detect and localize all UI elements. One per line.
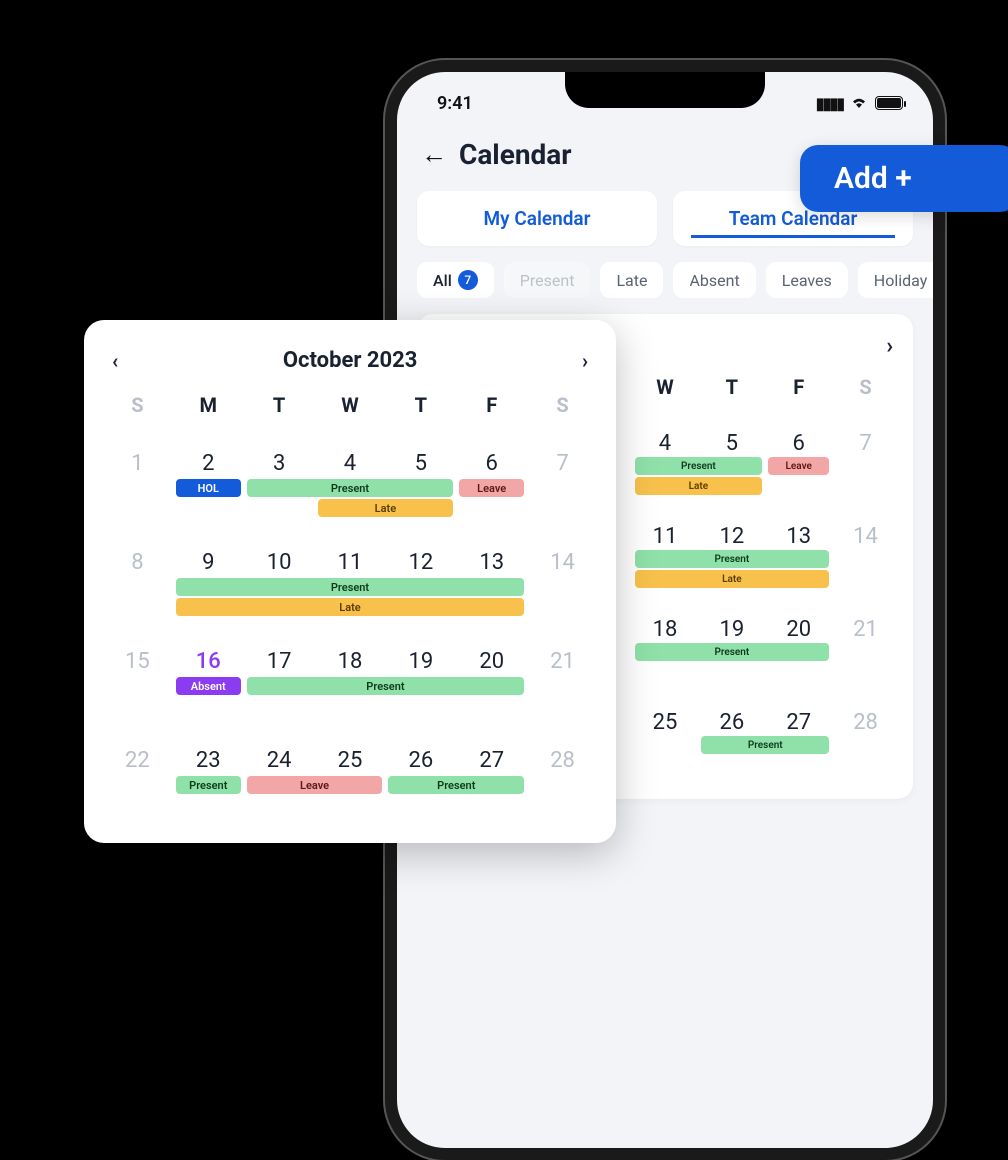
day-cell[interactable]: 6: [456, 451, 527, 476]
status-band: Late: [176, 598, 524, 616]
filter-absent[interactable]: Absent: [673, 262, 755, 298]
next-month-icon[interactable]: ›: [582, 349, 588, 373]
filter-row[interactable]: All 7 Present Late Absent Leaves Holiday: [397, 262, 933, 314]
phone-next-month-icon[interactable]: ›: [886, 334, 893, 359]
day-cell[interactable]: 3: [244, 451, 315, 476]
filter-present[interactable]: Present: [504, 262, 591, 298]
status-band: Present: [247, 677, 524, 695]
signal-icon: ▮▮▮▮: [816, 94, 843, 113]
day-cell[interactable]: 7: [527, 451, 598, 476]
day-cell[interactable]: 7: [832, 431, 899, 456]
status-band: Present: [176, 578, 524, 596]
day-cell[interactable]: 20: [765, 617, 832, 642]
prev-month-icon[interactable]: ‹: [112, 349, 118, 373]
overlay-dow-row: SMTWTFS: [102, 393, 598, 425]
day-cell[interactable]: 10: [244, 550, 315, 575]
overlay-month-label: October 2023: [283, 348, 417, 373]
filter-all[interactable]: All 7: [417, 262, 494, 298]
status-band: Leave: [768, 457, 829, 475]
wifi-icon: [849, 94, 869, 113]
day-cell[interactable]: 15: [102, 649, 173, 674]
status-band: Absent: [176, 677, 241, 695]
back-arrow-icon[interactable]: ←: [421, 139, 447, 170]
status-band: Present: [701, 736, 829, 754]
day-cell[interactable]: 6: [765, 431, 832, 456]
day-cell[interactable]: 25: [315, 748, 386, 773]
day-cell[interactable]: 13: [765, 524, 832, 549]
day-cell[interactable]: 4: [315, 451, 386, 476]
status-band: Present: [635, 643, 830, 661]
screen-title: Calendar: [459, 138, 572, 171]
day-cell[interactable]: 14: [527, 550, 598, 575]
filter-holiday[interactable]: Holiday: [858, 262, 933, 298]
day-cell[interactable]: 26: [385, 748, 456, 773]
status-band: Present: [635, 457, 763, 475]
calendar-week: 22232425262728PresentLeavePresent: [102, 722, 598, 821]
day-cell[interactable]: 2: [173, 451, 244, 476]
day-cell[interactable]: 26: [698, 710, 765, 735]
day-cell[interactable]: 28: [832, 710, 899, 735]
status-time: 9:41: [437, 93, 473, 114]
day-cell[interactable]: 25: [632, 710, 699, 735]
notch: [565, 72, 765, 108]
day-cell[interactable]: 21: [527, 649, 598, 674]
day-cell[interactable]: 21: [832, 617, 899, 642]
battery-icon: [875, 96, 903, 110]
day-cell[interactable]: 14: [832, 524, 899, 549]
day-cell[interactable]: 8: [102, 550, 173, 575]
status-band: HOL: [176, 479, 241, 497]
status-band: Present: [635, 550, 830, 568]
day-cell[interactable]: 28: [527, 748, 598, 773]
day-cell[interactable]: 4: [632, 431, 699, 456]
status-band: Leave: [459, 479, 524, 497]
day-cell[interactable]: 18: [315, 649, 386, 674]
day-cell[interactable]: 20: [456, 649, 527, 674]
day-cell[interactable]: 11: [632, 524, 699, 549]
status-band: Late: [318, 499, 454, 517]
day-cell[interactable]: 19: [385, 649, 456, 674]
overlay-calendar-card: ‹ October 2023 › SMTWTFS 1234567HOLPrese…: [84, 320, 616, 843]
status-band: Present: [176, 776, 241, 794]
add-button-label: Add +: [834, 161, 912, 196]
day-cell[interactable]: 18: [632, 617, 699, 642]
day-cell[interactable]: 27: [765, 710, 832, 735]
day-cell[interactable]: 13: [456, 550, 527, 575]
filter-all-label: All: [433, 271, 452, 290]
calendar-week: 1234567 HOL Present Late Leave: [102, 425, 598, 524]
calendar-week: 15161718192021 Absent Present: [102, 623, 598, 722]
filter-all-badge: 7: [458, 270, 478, 290]
day-cell[interactable]: 9: [173, 550, 244, 575]
tab-my-calendar[interactable]: My Calendar: [417, 191, 657, 246]
status-band: Present: [388, 776, 524, 794]
calendar-week: 891011121314Present Late: [102, 524, 598, 623]
filter-leaves[interactable]: Leaves: [766, 262, 848, 298]
add-button[interactable]: Add +: [800, 145, 1008, 212]
day-cell[interactable]: 1: [102, 451, 173, 476]
status-band: Late: [635, 477, 763, 495]
status-band: Late: [635, 570, 830, 588]
day-cell[interactable]: 5: [698, 431, 765, 456]
day-cell[interactable]: 12: [385, 550, 456, 575]
day-cell[interactable]: 22: [102, 748, 173, 773]
day-cell[interactable]: 5: [385, 451, 456, 476]
day-cell[interactable]: 27: [456, 748, 527, 773]
status-band: Leave: [247, 776, 383, 794]
day-cell[interactable]: 19: [698, 617, 765, 642]
day-cell[interactable]: 12: [698, 524, 765, 549]
filter-late[interactable]: Late: [600, 262, 663, 298]
day-cell[interactable]: 24: [244, 748, 315, 773]
day-cell[interactable]: 23: [173, 748, 244, 773]
day-cell[interactable]: 16: [173, 649, 244, 674]
day-cell[interactable]: 11: [315, 550, 386, 575]
status-band: Present: [247, 479, 454, 497]
day-cell[interactable]: 17: [244, 649, 315, 674]
